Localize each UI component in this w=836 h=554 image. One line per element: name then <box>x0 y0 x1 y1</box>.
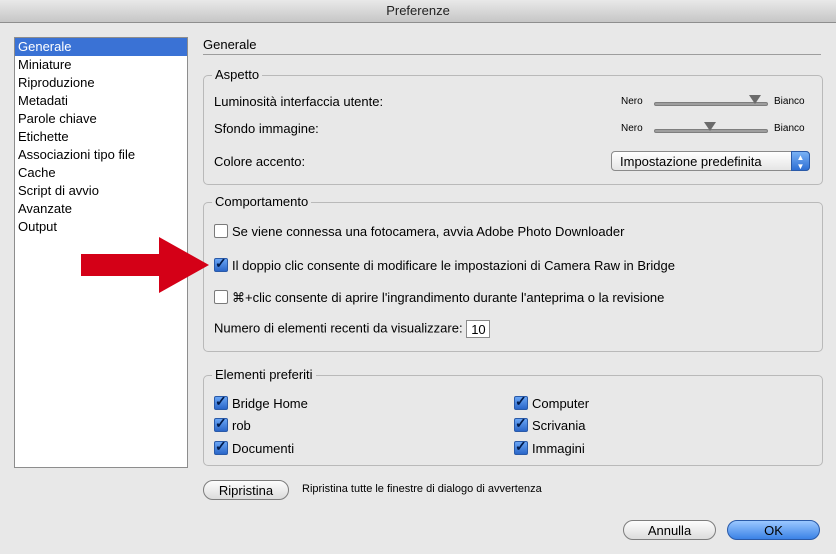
colore-accento-select[interactable]: Impostazione predefinita ▲ ▼ <box>611 151 810 171</box>
comportamento-group-label: Comportamento <box>212 194 312 209</box>
fav-scrivania-label: Scrivania <box>532 418 586 433</box>
sfondo-label: Sfondo immagine: <box>214 121 319 136</box>
sfondo-max-label: Bianco <box>774 123 805 134</box>
sfondo-slider[interactable] <box>654 122 768 137</box>
ok-button[interactable]: OK <box>727 520 820 540</box>
fav-bridge-home[interactable]: Bridge Home <box>214 393 308 411</box>
sidebar-item-associazioni[interactable]: Associazioni tipo file <box>15 146 187 164</box>
checkbox-photo-downloader[interactable] <box>214 224 228 238</box>
cancel-button[interactable]: Annulla <box>623 520 716 540</box>
sidebar-item-miniature[interactable]: Miniature <box>15 56 187 74</box>
sidebar-item-generale[interactable]: Generale <box>15 38 187 56</box>
luminosita-slider-thumb[interactable] <box>748 95 761 104</box>
page-title: Generale <box>203 37 257 52</box>
sfondo-min-label: Nero <box>621 123 643 134</box>
ripristina-description: Ripristina tutte le finestre di dialogo … <box>302 483 542 495</box>
fav-documenti-label: Documenti <box>232 441 295 456</box>
checkbox-bridge-home[interactable] <box>214 393 228 410</box>
sidebar-item-script[interactable]: Script di avvio <box>15 182 187 200</box>
checkbox-rob[interactable] <box>214 415 228 432</box>
ripristina-button[interactable]: Ripristina <box>203 480 289 500</box>
up-down-arrows-icon: ▲ ▼ <box>791 151 810 171</box>
sidebar-item-metadati[interactable]: Metadati <box>15 92 187 110</box>
option-camera-raw[interactable]: Il doppio clic consente di modificare le… <box>214 255 675 273</box>
checkbox-cmd-click[interactable] <box>214 290 228 304</box>
preferiti-group: Elementi preferiti Bridge Home Computer … <box>203 367 823 466</box>
checkbox-scrivania[interactable] <box>514 415 528 432</box>
recent-items-row: Numero di elementi recenti da visualizza… <box>214 320 491 338</box>
recent-items-label: Numero di elementi recenti da visualizza… <box>214 320 463 336</box>
option-cmd-click[interactable]: ⌘+clic consente di aprire l'ingrandiment… <box>214 290 664 306</box>
sidebar-item-output[interactable]: Output <box>15 218 187 236</box>
luminosita-label: Luminosità interfaccia utente: <box>214 94 384 109</box>
preferiti-group-label: Elementi preferiti <box>212 367 316 382</box>
aspetto-group-label: Aspetto <box>212 67 263 82</box>
title-divider <box>203 54 821 55</box>
option-photo-downloader[interactable]: Se viene connessa una fotocamera, avvia … <box>214 224 624 239</box>
colore-accento-value: Impostazione predefinita <box>620 154 762 169</box>
colore-accento-label: Colore accento: <box>214 154 306 169</box>
recent-items-input[interactable]: 10 <box>466 320 491 338</box>
fav-immagini[interactable]: Immagini <box>514 438 585 456</box>
option-cmd-click-label: ⌘+clic consente di aprire l'ingrandiment… <box>232 290 665 305</box>
aspetto-group: Aspetto Luminosità interfaccia utente: N… <box>203 67 823 185</box>
sidebar-item-riproduzione[interactable]: Riproduzione <box>15 74 187 92</box>
red-arrow-icon <box>81 237 209 293</box>
window-title: Preferenze <box>0 0 836 23</box>
fav-rob[interactable]: rob <box>214 415 251 433</box>
comportamento-group: Comportamento Se viene connessa una foto… <box>203 194 823 352</box>
fav-computer[interactable]: Computer <box>514 393 590 411</box>
checkbox-documenti[interactable] <box>214 438 228 455</box>
fav-documenti[interactable]: Documenti <box>214 438 295 456</box>
luminosita-slider[interactable] <box>654 95 768 110</box>
sfondo-slider-thumb[interactable] <box>704 122 716 131</box>
fav-immagini-label: Immagini <box>532 441 585 456</box>
fav-scrivania[interactable]: Scrivania <box>514 415 586 433</box>
fav-computer-label: Computer <box>532 396 590 411</box>
checkbox-camera-raw[interactable] <box>214 255 228 272</box>
checkbox-immagini[interactable] <box>514 438 528 455</box>
sidebar-item-cache[interactable]: Cache <box>15 164 187 182</box>
sidebar-item-parole-chiave[interactable]: Parole chiave <box>15 110 187 128</box>
fav-bridge-home-label: Bridge Home <box>232 396 308 411</box>
fav-rob-label: rob <box>232 418 251 433</box>
luminosita-max-label: Bianco <box>774 96 805 107</box>
preferences-window: Preferenze Generale Miniature Riproduzio… <box>0 0 836 554</box>
sidebar-item-avanzate[interactable]: Avanzate <box>15 200 187 218</box>
luminosita-min-label: Nero <box>621 96 643 107</box>
option-photo-downloader-label: Se viene connessa una fotocamera, avvia … <box>232 224 625 239</box>
sidebar-item-etichette[interactable]: Etichette <box>15 128 187 146</box>
checkbox-computer[interactable] <box>514 393 528 410</box>
option-camera-raw-label: Il doppio clic consente di modificare le… <box>232 258 675 273</box>
